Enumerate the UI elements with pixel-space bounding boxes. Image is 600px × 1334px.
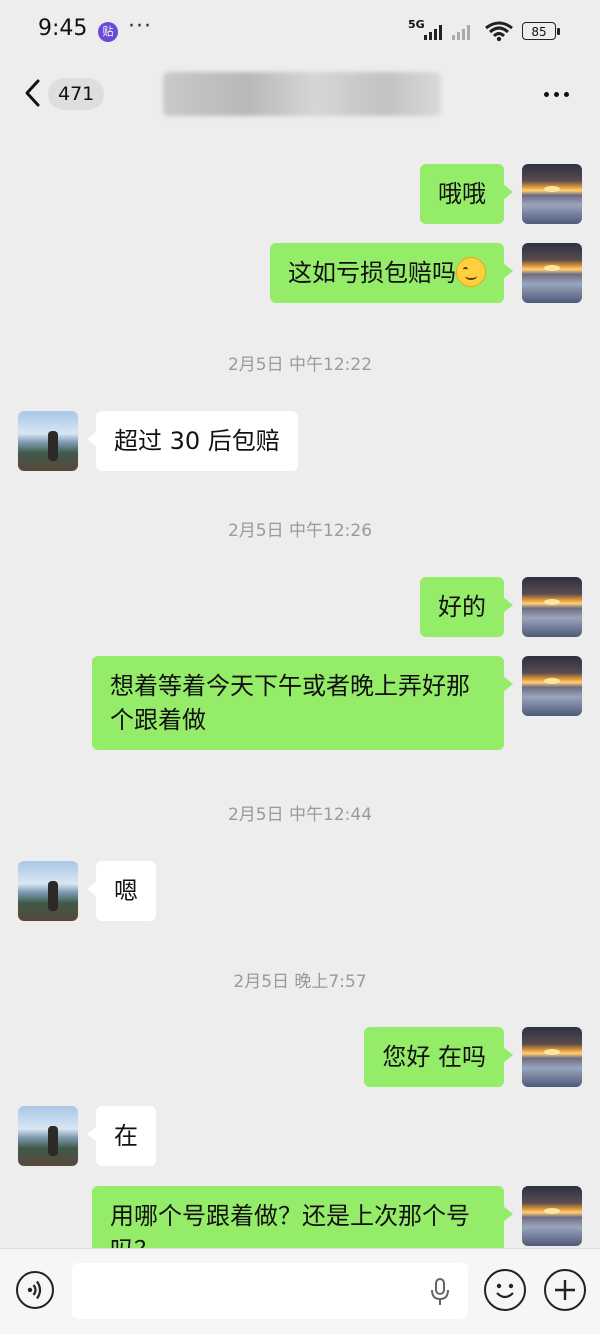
wifi-icon: [485, 21, 513, 42]
status-time: 9:45: [38, 16, 88, 41]
more-notifications-icon: ···: [128, 14, 152, 39]
message-bubble[interactable]: 哦哦: [420, 164, 513, 224]
message-bubble[interactable]: 您好 在吗: [364, 1027, 513, 1087]
avatar[interactable]: [522, 1186, 582, 1246]
more-options-icon[interactable]: [540, 84, 574, 104]
message-bubble[interactable]: 用哪个号跟着做？还是上次那个号吗？: [92, 1186, 513, 1248]
smiley-emoji-icon: [456, 257, 486, 287]
message-input[interactable]: [72, 1263, 468, 1319]
emoji-icon: [496, 1283, 514, 1299]
emoji-button[interactable]: [484, 1269, 526, 1311]
message-timestamp: 2月5日 中午12:44: [227, 805, 373, 825]
message-text: 这如亏损包赔吗: [288, 259, 456, 287]
message-bubble[interactable]: 超过 30 后包赔: [87, 411, 298, 471]
message-bubble[interactable]: 这如亏损包赔吗: [270, 243, 513, 303]
message-bubble[interactable]: 嗯: [87, 861, 156, 921]
plus-icon: [555, 1280, 575, 1300]
more-functions-button[interactable]: [544, 1269, 586, 1311]
message-bubble[interactable]: 想着等着今天下午或者晚上弄好那个跟着做: [92, 656, 513, 750]
avatar[interactable]: [522, 577, 582, 637]
message-timestamp: 2月5日 晚上7:57: [233, 972, 367, 992]
voice-icon: [27, 1280, 42, 1300]
app-notification-icon: 贴: [98, 22, 118, 42]
avatar[interactable]: [522, 164, 582, 224]
microphone-icon[interactable]: [428, 1277, 452, 1307]
message-timestamp: 2月5日 中午12:26: [227, 521, 373, 541]
status-bar: 9:45 贴 ··· 5G 85: [0, 0, 600, 64]
input-bar: [0, 1248, 600, 1334]
signal-strength-icon: [424, 22, 442, 40]
chat-header: 471: [0, 64, 600, 124]
avatar[interactable]: [18, 1106, 78, 1166]
chat-messages: 哦哦 这如亏损包赔吗 2月5日 中午12:22 超过 30 后包赔 2月5日 中…: [0, 128, 600, 1248]
battery-icon: 85: [522, 22, 560, 40]
avatar[interactable]: [18, 411, 78, 471]
unread-count-badge[interactable]: 471: [48, 78, 105, 110]
avatar[interactable]: [18, 861, 78, 921]
message-bubble[interactable]: 在: [87, 1106, 156, 1166]
contact-name: [163, 72, 441, 116]
message-timestamp: 2月5日 中午12:22: [227, 355, 373, 375]
message-bubble[interactable]: 好的: [420, 577, 513, 637]
avatar[interactable]: [522, 243, 582, 303]
network-type-label: 5G: [408, 18, 425, 31]
voice-input-button[interactable]: [16, 1271, 54, 1309]
back-arrow-icon[interactable]: [20, 78, 46, 108]
signal-strength-2-icon: [452, 22, 470, 40]
avatar[interactable]: [522, 656, 582, 716]
avatar[interactable]: [522, 1027, 582, 1087]
